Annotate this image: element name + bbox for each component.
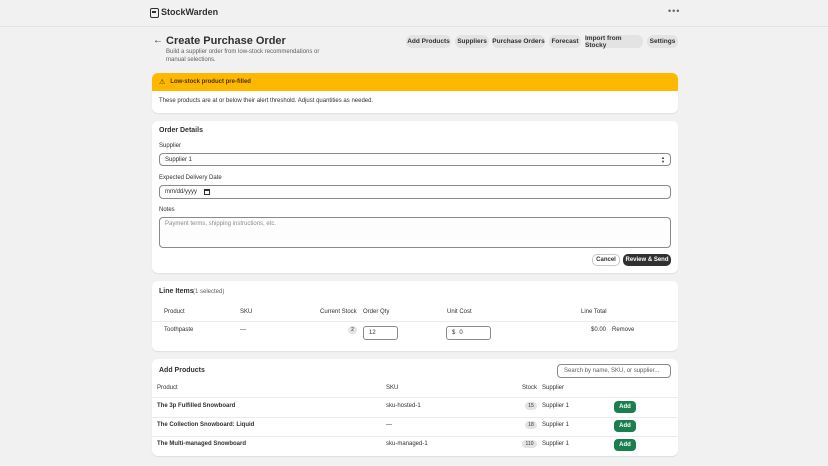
more-horizontal-icon[interactable]: ••• xyxy=(668,6,680,16)
order-details-card: Order Details Supplier Supplier 1 ▲ ▼ Exp… xyxy=(152,121,678,273)
warning-icon: ⚠ xyxy=(159,79,166,86)
line-item-sku: — xyxy=(240,327,246,333)
currency-symbol: $ xyxy=(452,330,456,336)
column-header: Current Stock xyxy=(320,309,357,315)
tab-forecast[interactable]: Forecast xyxy=(549,35,581,48)
selected-count: (1 selected) xyxy=(193,289,225,295)
product-name: The 3p Fulfilled Snowboard xyxy=(157,403,236,409)
tab-import-from-stocky[interactable]: Import from Stocky xyxy=(585,35,643,49)
column-header: Supplier xyxy=(542,385,565,391)
add-product-button[interactable]: Add xyxy=(614,401,636,413)
divider xyxy=(152,417,678,418)
stock-badge: 18 xyxy=(525,421,537,429)
column-header: Product xyxy=(164,309,185,315)
review-send-button[interactable]: Review & Send xyxy=(623,254,671,266)
supplier-select[interactable]: Supplier 1 ▲ ▼ xyxy=(159,153,671,166)
line-item-product: Toothpaste xyxy=(164,327,194,333)
app-logo-icon xyxy=(150,8,159,18)
stock-badge: 15 xyxy=(525,402,537,410)
product-supplier: Supplier 1 xyxy=(542,441,570,447)
column-header: Order Qty xyxy=(363,309,390,315)
tab-suppliers[interactable]: Suppliers xyxy=(455,35,489,48)
add-products-card: Add Products Search by name, SKU, or sup… xyxy=(152,359,678,456)
product-name: The Collection Snowboard: Liquid xyxy=(157,422,255,428)
product-sku: sku-hosted-1 xyxy=(386,403,421,409)
line-total: $0.00 xyxy=(591,327,607,333)
supplier-select-value: Supplier 1 xyxy=(165,156,193,163)
order-qty-value: 12 xyxy=(369,330,376,336)
product-sku: — xyxy=(386,422,392,428)
add-products-title: Add Products xyxy=(159,367,205,374)
product-sku: sku-managed-1 xyxy=(386,441,428,447)
calendar-icon[interactable] xyxy=(204,189,211,195)
divider xyxy=(152,321,678,322)
banner-header: ⚠ Low-stock product pre-filled xyxy=(152,73,678,91)
tab-add-products[interactable]: Add Products xyxy=(406,35,451,48)
column-header: Stock xyxy=(522,385,538,391)
top-bar: StockWarden ••• xyxy=(0,0,828,26)
product-name: The Multi-managed Snowboard xyxy=(157,441,247,447)
order-qty-input[interactable]: 12 xyxy=(363,326,398,340)
supplier-label: Supplier xyxy=(159,143,182,149)
page-title: Create Purchase Order xyxy=(166,35,286,47)
cancel-button[interactable]: Cancel xyxy=(592,254,620,266)
delivery-date-input[interactable]: mm/dd/yyyy xyxy=(159,185,671,199)
column-header: SKU xyxy=(386,385,399,391)
app-name: StockWarden xyxy=(161,7,219,17)
product-supplier: Supplier 1 xyxy=(542,422,570,428)
unit-cost-value: 0 xyxy=(459,330,463,336)
delivery-date-label: Expected Delivery Date xyxy=(159,175,222,181)
line-items-card: Line Items (1 selected) Product SKU Curr… xyxy=(152,281,678,351)
banner-title: Low-stock product pre-filled xyxy=(170,79,251,85)
stock-badge: 110 xyxy=(522,440,537,448)
column-header: SKU xyxy=(240,309,253,315)
divider xyxy=(152,397,678,398)
arrow-left-icon[interactable]: ← xyxy=(153,35,163,46)
divider xyxy=(0,26,828,27)
add-product-button[interactable]: Add xyxy=(614,439,636,451)
tab-settings[interactable]: Settings xyxy=(647,35,678,48)
page-subtitle: Build a supplier order from low-stock re… xyxy=(166,49,320,63)
column-header: Unit Cost xyxy=(447,309,472,315)
low-stock-banner: ⚠ Low-stock product pre-filled These pro… xyxy=(152,73,678,113)
product-supplier: Supplier 1 xyxy=(542,403,570,409)
notes-placeholder: Payment terms, shipping instructions, et… xyxy=(165,221,277,227)
notes-textarea[interactable]: Payment terms, shipping instructions, et… xyxy=(159,217,671,248)
delivery-date-value: mm/dd/yyyy xyxy=(165,189,198,195)
notes-label: Notes xyxy=(159,207,175,213)
search-placeholder: Search by name, SKU, or supplier... xyxy=(564,368,660,374)
divider xyxy=(152,436,678,437)
column-header: Product xyxy=(157,385,178,391)
unit-cost-input[interactable]: $ 0 xyxy=(446,326,491,340)
column-header: Line Total xyxy=(581,309,607,315)
add-product-button[interactable]: Add xyxy=(614,420,636,432)
stock-badge: 2 xyxy=(348,326,357,334)
remove-button[interactable]: Remove xyxy=(612,327,634,333)
tab-purchase-orders[interactable]: Purchase Orders xyxy=(492,35,545,48)
product-search-input[interactable]: Search by name, SKU, or supplier... xyxy=(557,364,671,378)
select-chevron-icon: ▲ ▼ xyxy=(661,155,665,164)
line-items-title: Line Items xyxy=(159,288,194,295)
order-details-title: Order Details xyxy=(159,127,203,134)
banner-body: These products are at or below their ale… xyxy=(159,98,374,104)
